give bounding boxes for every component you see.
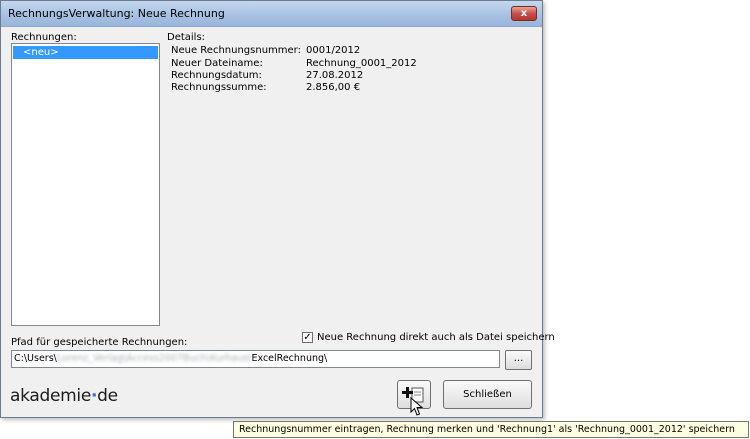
close-button[interactable]: Schließen [443,380,532,409]
checkmark-icon: ✓ [303,332,312,343]
path-blurred: Lorenz_Verlag\Access2007Buch\Kurhaus\ [56,353,252,364]
mouse-cursor-icon [410,397,424,416]
window-title: RechnungsVerwaltung: Neue Rechnung [8,7,225,20]
detail-key-filename: Neuer Dateiname: [171,58,263,69]
save-as-file-checkbox[interactable]: ✓ [302,332,313,343]
detail-value-invoice-number: 0001/2012 [306,45,361,56]
save-as-file-label[interactable]: Neue Rechnung direkt auch als Datei spei… [317,332,555,343]
browse-button[interactable]: ... [505,350,532,370]
logo-part1: akademie [10,386,91,406]
close-icon: x [520,8,528,19]
detail-value-sum: 2.856,00 € [306,82,361,93]
detail-key-invoice-number: Neue Rechnungsnummer: [171,45,301,56]
invoices-label: Rechnungen: [11,32,77,43]
detail-key-sum: Rechnungssumme: [171,82,267,93]
detail-value-date: 27.08.2012 [306,70,364,81]
details-label: Details: [167,32,206,43]
window-close-button[interactable]: x [511,6,537,21]
path-label: Pfad für gespeicherte Rechnungen: [11,337,188,348]
tooltip: Rechnungsnummer eintragen, Rechnung merk… [233,421,749,438]
detail-key-date: Rechnungsdatum: [171,70,262,81]
path-suffix: ExcelRechnung\ [251,353,328,364]
invoice-dialog: RechnungsVerwaltung: Neue Rechnung x Rec… [0,0,555,418]
path-input[interactable]: C:\Users\Lorenz_Verlag\Access2007Buch\Ku… [11,350,500,368]
path-prefix: C:\Users\ [14,353,57,364]
logo-part2: de [97,386,118,406]
invoice-list[interactable]: <neu> [11,43,160,326]
title-bar: RechnungsVerwaltung: Neue Rechnung x [1,1,542,27]
detail-value-filename: Rechnung_0001_2012 [306,58,417,69]
list-item[interactable]: <neu> [13,46,158,59]
akademie-logo: akademie·de [10,386,118,406]
